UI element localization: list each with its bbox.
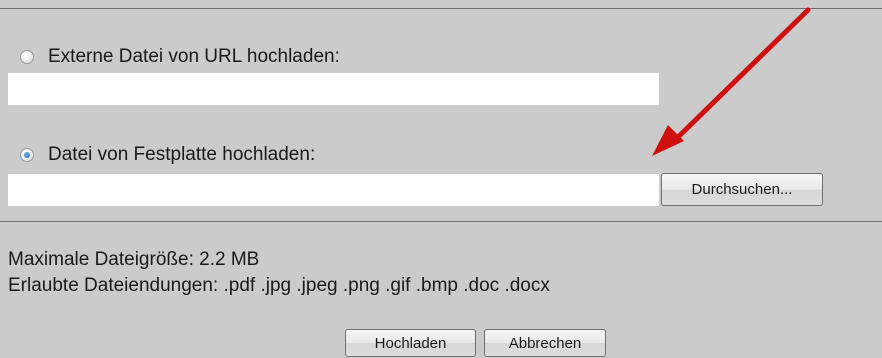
arrow-head-icon (652, 125, 684, 156)
file-upload-radio[interactable] (20, 148, 34, 162)
url-upload-label: Externe Datei von URL hochladen: (48, 46, 340, 67)
section-divider (0, 221, 882, 222)
file-upload-option[interactable]: Datei von Festplatte hochladen: (20, 144, 315, 166)
max-file-size-text: Maximale Dateigröße: 2.2 MB (8, 249, 260, 270)
top-divider (0, 8, 882, 9)
allowed-extensions-text: Erlaubte Dateiendungen: .pdf .jpg .jpeg … (8, 275, 550, 296)
url-upload-option[interactable]: Externe Datei von URL hochladen: (20, 46, 340, 68)
file-upload-label: Datei von Festplatte hochladen: (48, 144, 316, 165)
file-path-input[interactable] (8, 174, 659, 206)
url-input[interactable] (8, 73, 659, 105)
arrow-shaft (669, 7, 811, 146)
browse-button[interactable]: Durchsuchen... (661, 173, 823, 206)
upload-button[interactable]: Hochladen (345, 329, 476, 357)
cancel-button[interactable]: Abbrechen (484, 329, 606, 357)
url-upload-radio[interactable] (20, 50, 34, 64)
